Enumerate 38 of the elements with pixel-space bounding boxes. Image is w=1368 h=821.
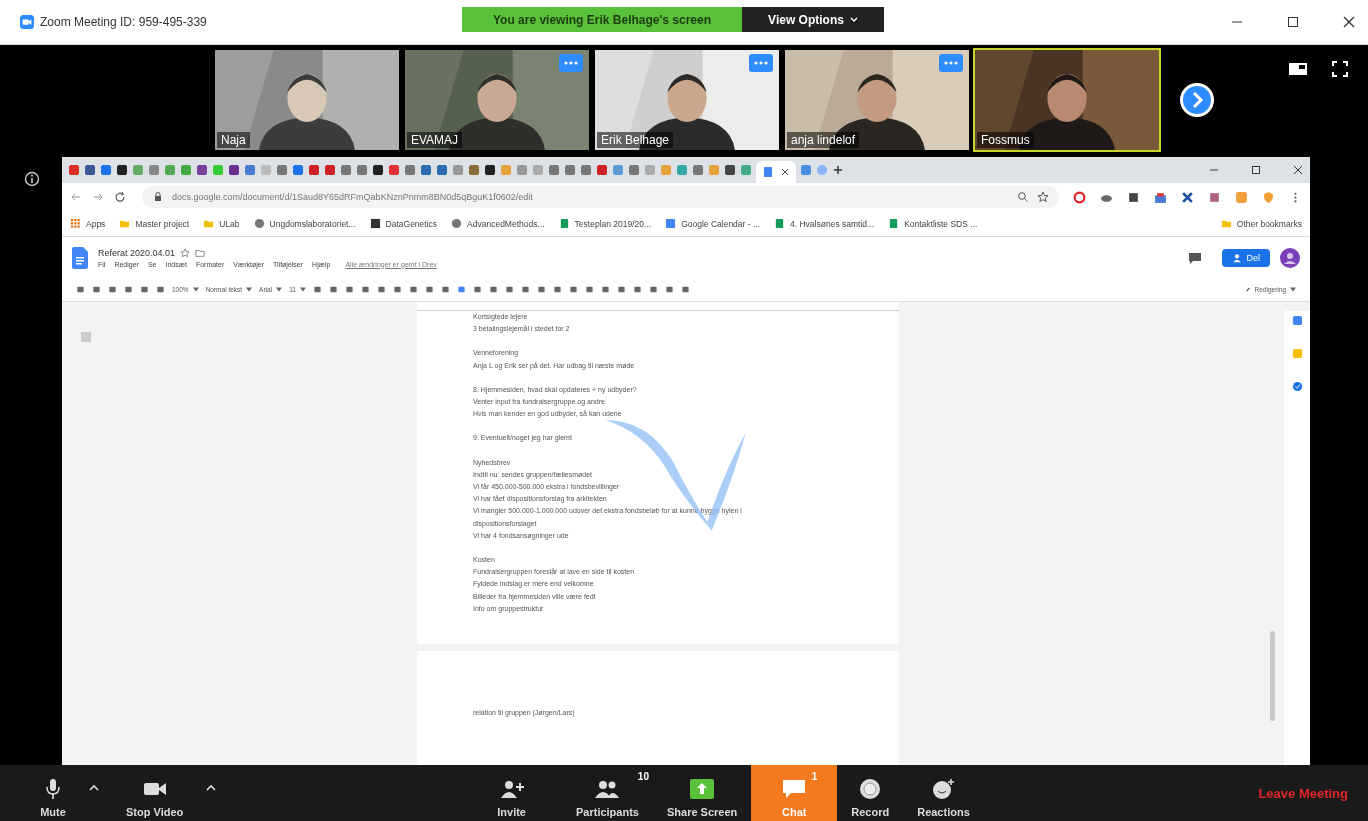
address-bar[interactable]: docs.google.com/document/d/1Saud8Y65dRFmQabKNznPnmm8BN0d5qBguK1f0602/edit <box>142 186 1059 208</box>
document-title[interactable]: Referat 2020.04.01 <box>98 247 176 258</box>
toolbar-button[interactable]: Stop Video <box>112 765 198 821</box>
window-title: Zoom Meeting ID: 959-495-339 <box>40 15 207 29</box>
toolbar-button[interactable]: Participants 10 <box>562 765 653 821</box>
video-tile[interactable]: Naja <box>213 48 401 152</box>
video-tile[interactable]: anja lindelof <box>783 48 971 152</box>
video-tile[interactable]: EVAMAJ <box>403 48 591 152</box>
toolbar-button[interactable]: Reactions <box>903 765 984 821</box>
participant-name: anja lindelof <box>787 132 860 148</box>
bookmark[interactable]: 4. Hvalsønes samtid... <box>774 218 875 229</box>
toolbar-button[interactable]: Share Screen <box>652 765 752 821</box>
count-label: 1 <box>811 771 818 782</box>
toolbar-button[interactable]: Record <box>837 765 904 821</box>
url-text: docs.google.com/document/d/1Saud8Y65dRFmQabKNznPnmm8BN0d5qBguK1f0602/edit <box>172 192 533 202</box>
bookmark[interactable]: Apps <box>70 218 106 229</box>
bookmark[interactable]: AdvancedMethods... <box>451 218 545 229</box>
participant-name: Naja <box>217 132 250 148</box>
participant-name: Fossmus <box>977 132 1034 148</box>
video-tile[interactable]: Erik Belhage <box>593 48 781 152</box>
bookmark[interactable]: Google Calendar - ... <box>665 218 761 229</box>
bookmark[interactable]: Testeplan 2019/20... <box>558 218 652 229</box>
count-label: 10 <box>637 771 649 782</box>
participant-name: EVAMAJ <box>407 132 463 148</box>
bookmark[interactable]: Master project <box>119 218 190 229</box>
participant-name: Erik Belhage <box>597 132 674 148</box>
view-options-button[interactable]: View Options <box>742 7 884 32</box>
toolbar-button[interactable]: Invite <box>483 765 540 821</box>
bookmark[interactable]: Kontaktliste SDS ... <box>888 218 978 229</box>
leave-meeting-button[interactable]: Leave Meeting <box>1252 784 1354 802</box>
bookmark[interactable]: Ungdomslaboratoriet... <box>253 218 356 229</box>
video-tile[interactable]: Fossmus <box>973 48 1161 152</box>
bookmark[interactable]: DataGenetics <box>369 218 438 229</box>
bookmark[interactable]: Other bookmarks <box>1220 218 1302 229</box>
viewing-banner: You are viewing Erik Belhage's screen <box>462 7 742 32</box>
bookmark[interactable]: ULab <box>203 218 240 229</box>
share-button[interactable]: Del <box>1222 248 1270 267</box>
toolbar-button[interactable]: Mute <box>26 765 80 821</box>
